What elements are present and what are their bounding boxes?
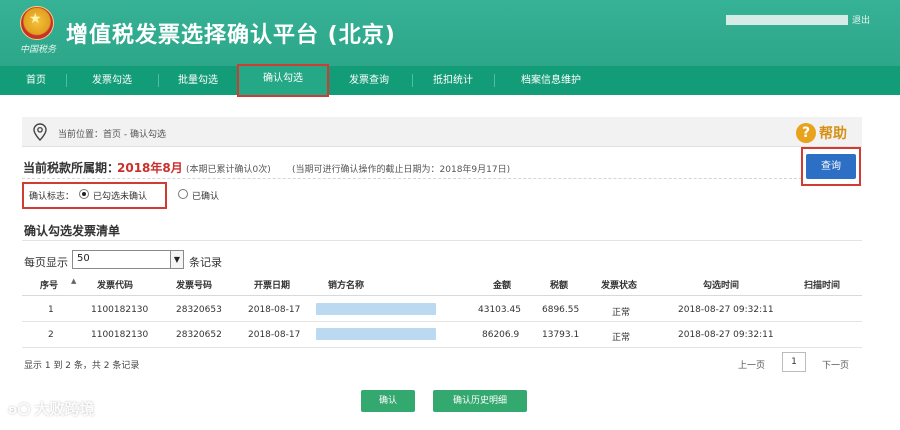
app-header: ★ 中国税务 增值税发票选择确认平台 (北京) 退出 [0, 0, 900, 66]
watermark-logo-icon: ʚ〇 [8, 403, 31, 418]
radio-confirmed[interactable] [178, 189, 188, 199]
col-header-check-time: 勾选时间 [703, 281, 740, 291]
cell-status: 正常 [612, 308, 631, 318]
per-page-select[interactable]: 50 ▼ [72, 250, 184, 269]
nav-item-deduction-stats[interactable]: 抵扣统计 [420, 66, 486, 95]
nav-item-invoice-query[interactable]: 发票查询 [334, 66, 404, 95]
per-page-value: 50 [77, 253, 90, 264]
col-header-status: 发票状态 [601, 281, 638, 291]
cell-index: 1 [48, 305, 54, 315]
watermark-text: 大败跨境 [34, 400, 95, 418]
emblem-star-icon: ★ [29, 11, 42, 27]
cell-date: 2018-08-17 [248, 330, 301, 340]
seller-name-redacted [316, 328, 436, 340]
breadcrumb: 当前位置：首页 - 确认勾选 [58, 130, 166, 140]
tax-emblem-logo: ★ 中国税务 [16, 6, 58, 56]
col-header-scan-time: 扫描时间 [804, 281, 841, 291]
help-label: 帮助 [819, 125, 847, 142]
chevron-down-icon: ▼ [170, 251, 183, 268]
cell-tax: 13793.1 [542, 330, 580, 340]
prev-page-button[interactable]: 上一页 [738, 358, 765, 371]
tax-period-value: 2018年8月 [117, 161, 183, 175]
nav-separator [412, 74, 413, 87]
cell-code: 1100182130 [91, 305, 149, 315]
seller-name-redacted [316, 303, 436, 315]
confirm-button[interactable]: 确认 [361, 390, 415, 412]
nav-separator [66, 74, 67, 87]
location-pin-icon [33, 123, 47, 141]
confirm-count-note: (本期已累计确认0次) [186, 165, 271, 175]
nav-separator [158, 74, 159, 87]
col-header-amount: 金额 [493, 281, 512, 291]
nav-item-home[interactable]: 首页 [14, 66, 58, 95]
col-header-seller: 销方名称 [328, 281, 365, 291]
divider [22, 178, 802, 179]
next-page-button[interactable]: 下一页 [822, 358, 849, 371]
tax-period-label: 当前税款所属期： [23, 161, 120, 175]
record-summary: 显示 1 到 2 条，共 2 条记录 [24, 361, 140, 371]
help-icon: ? [796, 122, 816, 143]
cell-tax: 6896.55 [542, 305, 580, 315]
emblem-script: 中国税务 [19, 45, 56, 55]
col-header-code: 发票代码 [97, 281, 134, 291]
cell-status: 正常 [612, 333, 631, 343]
nav-item-confirm-check[interactable]: 确认勾选 [237, 64, 329, 97]
main-nav: 首页 发票勾选 批量勾选 确认勾选 发票查询 抵扣统计 档案信息维护 [0, 64, 900, 97]
deadline-note: (当期可进行确认操作的截止日期为：2018年9月17日) [292, 165, 511, 175]
nav-separator [494, 74, 495, 87]
cell-check-time: 2018-08-27 09:32:11 [678, 330, 774, 340]
radio-label-confirmed: 已确认 [192, 192, 220, 202]
cell-number: 28320652 [176, 330, 222, 340]
col-header-number: 发票号码 [176, 281, 213, 291]
col-header-date: 开票日期 [254, 281, 291, 291]
col-header-tax: 税额 [550, 281, 569, 291]
current-page-input[interactable]: 1 [782, 352, 806, 372]
radio-checked-unconfirmed[interactable] [79, 189, 89, 199]
cell-code: 1100182130 [91, 330, 149, 340]
nav-item-archive-maintenance[interactable]: 档案信息维护 [503, 66, 599, 95]
cell-index: 2 [48, 330, 54, 340]
help-button[interactable]: ? 帮助 [796, 122, 847, 143]
cell-number: 28320653 [176, 305, 222, 315]
cell-check-time: 2018-08-27 09:32:11 [678, 305, 774, 315]
per-page-label: 每页显示 [24, 256, 68, 269]
app-title: 增值税发票选择确认平台 (北京) [66, 23, 396, 48]
per-page-suffix: 条记录 [189, 256, 222, 269]
confirm-history-button[interactable]: 确认历史明细 [433, 390, 527, 412]
confirm-status-label: 确认标志： [29, 192, 75, 202]
query-button[interactable]: 查询 [806, 154, 856, 179]
watermark: ʚ〇 大败跨境 [8, 398, 95, 419]
list-title: 确认勾选发票清单 [24, 224, 121, 238]
sort-asc-icon[interactable]: ▲ [71, 277, 76, 285]
nav-item-invoice-check[interactable]: 发票勾选 [78, 66, 146, 95]
cell-amount: 43103.45 [478, 305, 521, 315]
cell-amount: 86206.9 [482, 330, 520, 340]
divider [22, 240, 862, 241]
col-header-index[interactable]: 序号 [40, 278, 58, 291]
user-info-redacted [726, 15, 848, 25]
radio-label-checked-unconfirmed: 已勾选未确认 [93, 192, 148, 202]
nav-item-batch-check[interactable]: 批量勾选 [166, 66, 230, 95]
cell-date: 2018-08-17 [248, 305, 301, 315]
logout-link[interactable]: 退出 [852, 13, 870, 26]
